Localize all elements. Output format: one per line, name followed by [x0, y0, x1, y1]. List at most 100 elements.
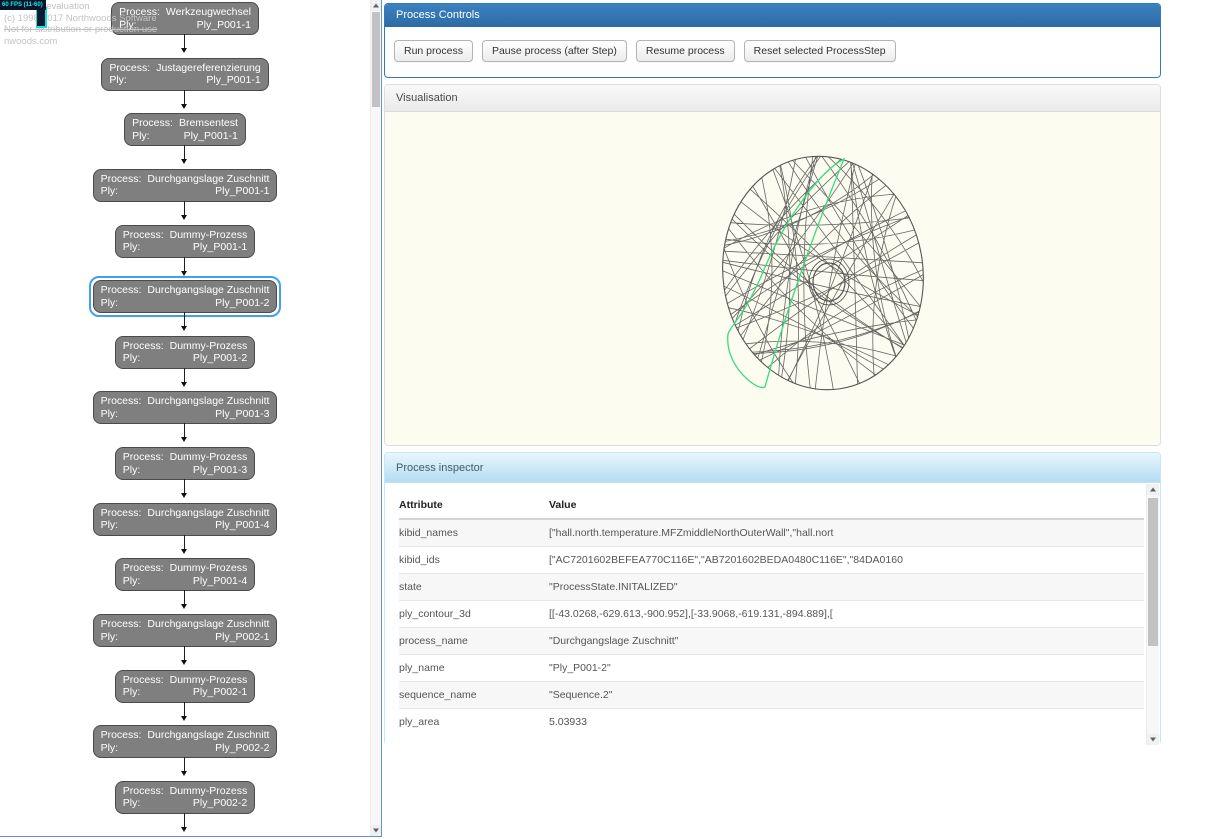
process-label: Process:: [101, 395, 142, 408]
process-label: Process:: [123, 229, 164, 242]
process-node[interactable]: Process: Dummy-Prozess Ply: Ply_P001-4: [115, 558, 255, 591]
flow-link-arrow: [184, 535, 185, 552]
scrollbar-thumb[interactable]: [1148, 498, 1158, 646]
attribute-name: kibid_names: [399, 519, 549, 547]
attribute-value: 5.03933: [549, 709, 1144, 736]
ply-label: Ply:: [123, 686, 141, 699]
ply-wireframe-visualization: [385, 112, 1160, 445]
visualisation-panel: Visualisation: [384, 84, 1161, 446]
process-label: Process:: [123, 562, 164, 575]
table-row: kibid_ids ["AC7201602BEFEA770C116E","AB7…: [399, 547, 1144, 574]
process-node[interactable]: Process: Dummy-Prozess Ply: Ply_P002-2: [115, 781, 255, 814]
process-node[interactable]: Process: Durchgangslage Zuschnitt Ply: P…: [93, 725, 278, 758]
attribute-name: ply_area: [399, 709, 549, 736]
flow-link-arrow: [184, 646, 185, 663]
ply-label: Ply:: [101, 297, 119, 310]
inspector-scrollbar[interactable]: [1146, 484, 1159, 745]
process-name: Durchgangslage Zuschnitt: [147, 284, 269, 297]
ply-name: Ply_P001-3: [215, 408, 269, 421]
attribute-table: Attribute Value kibid_names ["hall.north…: [399, 493, 1144, 735]
attribute-name: ply_contour_3d: [399, 601, 549, 628]
scroll-down-button[interactable]: [1147, 734, 1159, 745]
visualisation-header: Visualisation: [385, 85, 1160, 112]
process-label: Process:: [109, 62, 150, 75]
flow-link-arrow: [184, 145, 185, 162]
process-name: Durchgangslage Zuschnitt: [147, 173, 269, 186]
process-flow-diagram[interactable]: GoJS 1.8 evaluation (c) 1998-2017 Northw…: [0, 0, 382, 837]
ply-label: Ply:: [101, 742, 119, 755]
process-node[interactable]: Process: Justagereferenzierung Ply: Ply_…: [101, 58, 268, 91]
process-label: Process:: [123, 451, 164, 464]
attribute-name: sequence_name: [399, 682, 549, 709]
flow-link-arrow: [184, 423, 185, 440]
process-label: Process:: [101, 507, 142, 520]
process-name: Dummy-Prozess: [170, 229, 248, 242]
flow-link-arrow: [184, 257, 185, 274]
process-node[interactable]: Process: Durchgangslage Zuschnitt Ply: P…: [93, 169, 278, 202]
attribute-value: ["AC7201602BEFEA770C116E","AB7201602BEDA…: [549, 547, 1144, 574]
flow-link-arrow: [184, 813, 185, 830]
ply-name: Ply_P002-1: [215, 631, 269, 644]
table-row: ply_area 5.03933: [399, 709, 1144, 736]
button-pause-process-after-step[interactable]: Pause process (after Step): [482, 40, 627, 62]
scroll-up-button[interactable]: [1147, 484, 1159, 495]
ply-name: Ply_P001-4: [215, 519, 269, 532]
scrollbar-thumb[interactable]: [372, 12, 380, 107]
ply-name: Ply_P001-1: [184, 130, 238, 143]
process-name: Justagereferenzierung: [156, 62, 260, 75]
cursor-artifact: [36, 7, 47, 28]
panel-title: Process Controls: [396, 9, 480, 21]
process-name: Bremsentest: [179, 117, 238, 130]
process-node[interactable]: Process: Dummy-Prozess Ply: Ply_P001-2: [115, 336, 255, 369]
process-node[interactable]: Process: Bremsentest Ply: Ply_P001-1: [124, 113, 246, 146]
attribute-value: "Ply_P001-2": [549, 655, 1144, 682]
attribute-value: "ProcessState.INITALIZED": [549, 574, 1144, 601]
button-reset-selected-processstep[interactable]: Reset selected ProcessStep: [744, 40, 896, 62]
attribute-name: kibid_ids: [399, 547, 549, 574]
button-run-process[interactable]: Run process: [394, 40, 473, 62]
process-label: Process:: [123, 340, 164, 353]
process-node[interactable]: Process: Dummy-Prozess Ply: Ply_P001-1: [115, 225, 255, 258]
process-node[interactable]: Process: Durchgangslage Zuschnitt Ply: P…: [93, 280, 278, 313]
process-name: Dummy-Prozess: [170, 674, 248, 687]
attribute-value: "Durchgangslage Zuschnitt": [549, 628, 1144, 655]
flow-link-arrow: [184, 90, 185, 107]
ply-name: Ply_P001-1: [193, 241, 247, 254]
panel-title: Visualisation: [396, 92, 458, 104]
ply-label: Ply:: [101, 408, 119, 421]
watermark-line: Not for distribution or production use: [4, 24, 157, 36]
diagram-scrollbar[interactable]: [370, 0, 381, 836]
ply-label: Ply:: [109, 74, 127, 87]
ply-name: Ply_P002-2: [215, 742, 269, 755]
ply-name: Ply_P001-1: [197, 19, 251, 32]
fps-badge: 60 FPS (11-60): [0, 0, 46, 10]
table-row: ply_contour_3d [[-43.0268,-629.613,-900.…: [399, 601, 1144, 628]
process-label: Process:: [101, 729, 142, 742]
ply-label: Ply:: [123, 464, 141, 477]
process-label: Process:: [123, 785, 164, 798]
attribute-value: [[-43.0268,-629.613,-900.952],[-33.9068,…: [549, 601, 1144, 628]
process-inspector-header: Process inspector: [385, 453, 1160, 483]
process-node[interactable]: Process: Durchgangslage Zuschnitt Ply: P…: [93, 391, 278, 424]
controls-button-bar: Run process Pause process (after Step) Res…: [385, 27, 1160, 75]
process-node[interactable]: Process: Durchgangslage Zuschnitt Ply: P…: [93, 503, 278, 536]
flow-link-arrow: [184, 479, 185, 496]
scroll-down-button[interactable]: [371, 825, 381, 836]
arrow-up-icon: [373, 0, 379, 7]
process-node[interactable]: Process: Dummy-Prozess Ply: Ply_P002-1: [115, 670, 255, 703]
scroll-up-button[interactable]: [371, 0, 381, 11]
watermark-line: nwoods.com: [4, 36, 157, 48]
process-node[interactable]: Process: Dummy-Prozess Ply: Ply_P001-3: [115, 447, 255, 480]
process-node[interactable]: Process: Durchgangslage Zuschnitt Ply: P…: [93, 614, 278, 647]
process-name: Dummy-Prozess: [170, 451, 248, 464]
attribute-name: ply_name: [399, 655, 549, 682]
process-label: Process:: [101, 618, 142, 631]
ply-name: Ply_P001-2: [193, 352, 247, 365]
flow-link-arrow: [184, 368, 185, 385]
process-controls-panel: Process Controls Run process Pause proces…: [384, 3, 1161, 78]
process-label: Process:: [101, 284, 142, 297]
inspector-table-viewport[interactable]: Attribute Value kibid_names ["hall.north…: [385, 483, 1160, 746]
column-header-attribute: Attribute: [399, 493, 549, 519]
visualisation-canvas[interactable]: [385, 112, 1160, 445]
button-resume-process[interactable]: Resume process: [636, 40, 735, 62]
